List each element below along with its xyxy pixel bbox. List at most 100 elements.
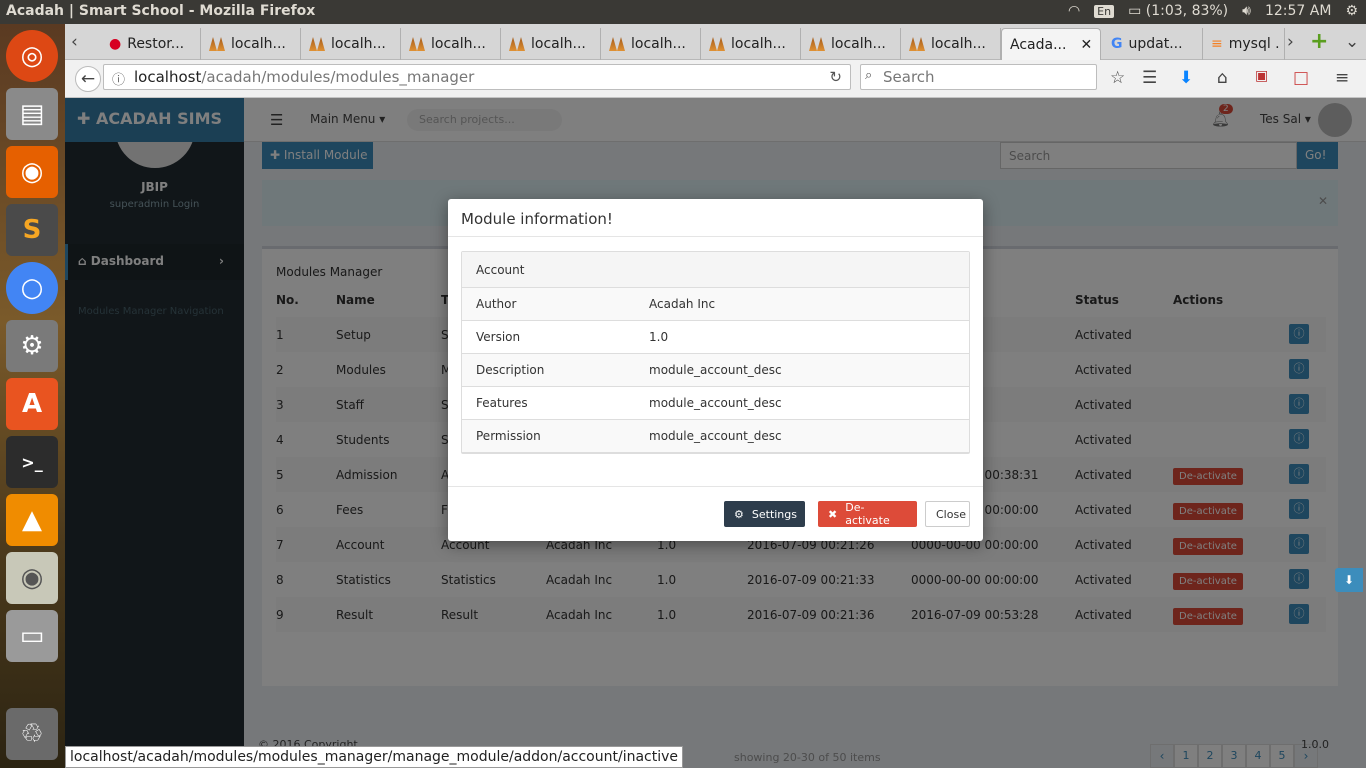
- search-icon: ⌕: [865, 68, 873, 83]
- module-info-row: Description module_account_desc: [462, 354, 969, 387]
- pocket-icon[interactable]: □: [1293, 68, 1309, 88]
- info-value: module_account_desc: [649, 396, 782, 410]
- bookmark-star-icon[interactable]: ☆: [1110, 68, 1125, 88]
- stackoverflow-icon: ≡: [1211, 36, 1223, 52]
- clock[interactable]: 12:57 AM: [1265, 3, 1331, 19]
- tab-localhost[interactable]: localh...: [901, 28, 1001, 60]
- tab-scroll-right-icon[interactable]: ›: [1287, 32, 1294, 52]
- module-info-modal: Module information! Account Author Acadah…: [448, 199, 983, 541]
- wifi-icon[interactable]: ◠: [1068, 3, 1080, 19]
- tab-localhost[interactable]: localh...: [501, 28, 601, 60]
- info-label: Features: [476, 396, 528, 410]
- module-info-row: Permission module_account_desc: [462, 420, 969, 453]
- close-icon: ✖: [828, 507, 838, 521]
- deactivate-button[interactable]: ✖ De-activate: [818, 501, 917, 527]
- unity-launcher: ◎ ▤ ◉ S ○ ⚙ A >_ ▲ ◉ ▭ ♲: [0, 24, 65, 768]
- tab-scroll-left-icon[interactable]: ‹: [71, 32, 78, 52]
- tab-label: localh...: [631, 36, 686, 52]
- system-tray: ◠ En ▭ (1:03, 83%) 🔊︎ 12:57 AM ⚙: [1068, 3, 1358, 19]
- reading-list-icon[interactable]: ☰: [1142, 68, 1157, 88]
- sublime-text-icon[interactable]: S: [6, 204, 58, 256]
- module-info-row: Features module_account_desc: [462, 387, 969, 420]
- tab-label: updat...: [1128, 36, 1183, 52]
- close-button[interactable]: Close: [925, 501, 970, 527]
- module-info-panel: Account Author Acadah Inc Version 1.0 Descri…: [461, 251, 970, 454]
- url-path: /acadah/modules/modules_manager: [201, 68, 475, 86]
- settings-button[interactable]: ⚙ Settings: [724, 501, 805, 527]
- trash-icon[interactable]: ♲: [6, 708, 58, 760]
- reload-icon[interactable]: ↻: [829, 68, 842, 86]
- menu-icon[interactable]: ≡: [1335, 68, 1349, 88]
- back-button-icon[interactable]: ←: [75, 66, 101, 92]
- xampp-icon: [509, 37, 525, 51]
- tab-localhost[interactable]: localh...: [201, 28, 301, 60]
- info-label: Version: [476, 330, 521, 344]
- tab-label: localh...: [931, 36, 986, 52]
- tab-label: localh...: [231, 36, 286, 52]
- home-icon[interactable]: ⌂: [1217, 68, 1228, 88]
- tab-localhost[interactable]: localh...: [601, 28, 701, 60]
- disk-drive-icon[interactable]: ▭: [6, 610, 58, 662]
- firefox-window: ‹ ● Restor... localh... localh... localh.…: [65, 24, 1366, 768]
- info-value: Acadah Inc: [649, 297, 716, 311]
- navigation-toolbar: ← ⓘ localhost/acadah/modules/modules_man…: [65, 60, 1366, 98]
- search-placeholder: Search: [883, 68, 935, 86]
- tab-label: mysql .: [1228, 36, 1280, 52]
- rhythmbox-icon[interactable]: ◉: [6, 552, 58, 604]
- info-label: Permission: [476, 429, 541, 443]
- search-bar[interactable]: ⌕ Search: [860, 64, 1097, 90]
- tab-list-icon[interactable]: ⌄: [1345, 32, 1359, 52]
- tab-label: localh...: [731, 36, 786, 52]
- error-icon: ●: [109, 36, 122, 52]
- tab-label: localh...: [331, 36, 386, 52]
- firefox-icon[interactable]: ◉: [6, 146, 58, 198]
- new-tab-icon[interactable]: +: [1310, 29, 1328, 54]
- terminal-icon[interactable]: >_: [6, 436, 58, 488]
- addon-icon[interactable]: ▣: [1255, 68, 1268, 84]
- ubuntu-dash-icon[interactable]: ◎: [6, 30, 58, 82]
- downloads-icon[interactable]: ⬇: [1179, 68, 1193, 88]
- files-icon[interactable]: ▤: [6, 88, 58, 140]
- web-page: JBIP superadmin Login ⌂ Dashboard › Modu…: [65, 98, 1366, 768]
- settings-gear-icon[interactable]: ⚙: [1345, 3, 1358, 19]
- xampp-icon: [309, 37, 325, 51]
- close-tab-icon[interactable]: ✕: [1080, 37, 1092, 53]
- info-icon[interactable]: ⓘ: [112, 69, 125, 88]
- tab-localhost[interactable]: localh...: [301, 28, 401, 60]
- tab-label: Restor...: [127, 36, 185, 52]
- xampp-icon: [209, 37, 225, 51]
- vlc-icon[interactable]: ▲: [6, 494, 58, 546]
- tab-localhost[interactable]: localh...: [701, 28, 801, 60]
- volume-icon[interactable]: 🔊︎: [1242, 3, 1251, 19]
- battery-indicator[interactable]: ▭ (1:03, 83%): [1128, 3, 1228, 19]
- tab-label: localh...: [831, 36, 886, 52]
- module-info-row: Version 1.0: [462, 321, 969, 354]
- tab-label: localh...: [531, 36, 586, 52]
- system-settings-icon[interactable]: ⚙: [6, 320, 58, 372]
- info-value: module_account_desc: [649, 429, 782, 443]
- tab-label: localh...: [431, 36, 486, 52]
- module-name: Account: [462, 252, 969, 288]
- url-bar[interactable]: ⓘ localhost/acadah/modules/modules_manag…: [103, 64, 851, 90]
- xampp-icon: [909, 37, 925, 51]
- status-bar-url: localhost/acadah/modules/modules_manager…: [65, 746, 684, 768]
- software-center-icon[interactable]: A: [6, 378, 58, 430]
- modal-footer: ⚙ Settings ✖ De-activate Close: [448, 486, 983, 541]
- keyboard-indicator[interactable]: En: [1094, 4, 1115, 18]
- scroll-down-icon[interactable]: ⬇: [1335, 568, 1363, 592]
- tab-localhost[interactable]: localh...: [801, 28, 901, 60]
- settings-button-label: Settings: [751, 507, 797, 521]
- info-label: Author: [476, 297, 517, 311]
- info-value: module_account_desc: [649, 363, 782, 377]
- deactivate-button-label: De-activate: [845, 501, 890, 527]
- tab-label: Acada...: [1010, 36, 1067, 53]
- chromium-icon[interactable]: ○: [6, 262, 58, 314]
- xampp-icon: [709, 37, 725, 51]
- tab-localhost[interactable]: localh...: [401, 28, 501, 60]
- tab-restore[interactable]: ● Restor...: [101, 28, 201, 60]
- tab-google[interactable]: Gupdat...: [1103, 28, 1203, 60]
- window-title: Acadah | Smart School - Mozilla Firefox: [6, 3, 316, 19]
- tab-acadah-active[interactable]: Acada... ✕: [1001, 28, 1101, 60]
- url-host: localhost: [134, 68, 202, 86]
- tab-mysql[interactable]: ≡ mysql .: [1203, 28, 1285, 60]
